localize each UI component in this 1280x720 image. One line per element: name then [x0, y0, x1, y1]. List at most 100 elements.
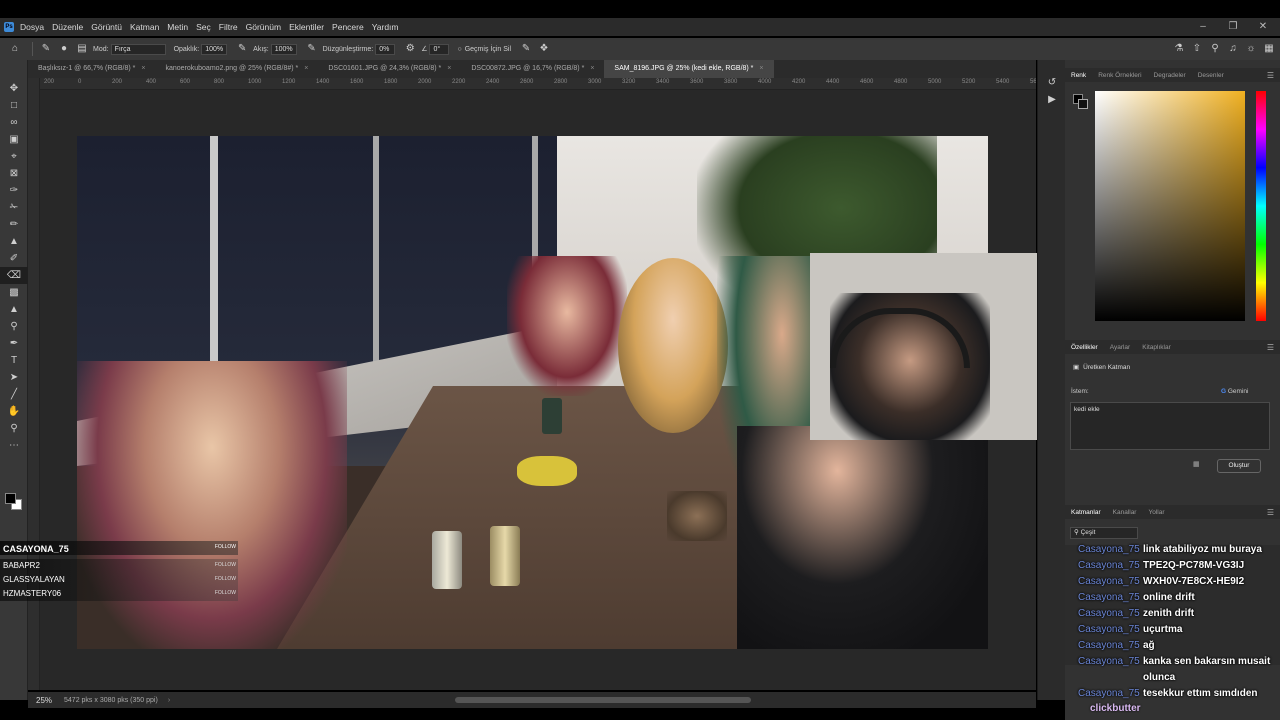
document-info[interactable]: 5472 pks x 3080 pks (350 ppi) [64, 697, 158, 704]
eraser-tool-icon[interactable]: ⌫ [0, 267, 28, 284]
menu-goruntu[interactable]: Görüntü [91, 22, 122, 32]
tab-renk-ornekleri[interactable]: Renk Örnekleri [1092, 72, 1147, 79]
line-tool-icon[interactable]: ╱ [0, 386, 28, 403]
eraser-preset-icon[interactable]: ✎ [39, 42, 53, 56]
pen-tool-icon[interactable]: ✒ [0, 335, 28, 352]
generate-button[interactable]: Oluştur [1217, 459, 1261, 473]
move-tool-icon[interactable]: ✥ [0, 80, 28, 97]
gradient-tool-icon[interactable]: ▩ [0, 284, 28, 301]
menu-pencere[interactable]: Pencere [332, 22, 364, 32]
lasso-tool-icon[interactable]: ∞ [0, 114, 28, 131]
workspace-icon[interactable]: ▦ [1262, 42, 1276, 56]
tab-document-3[interactable]: DSC01601.JPG @ 24,3% (RGB/8) * × [318, 60, 461, 78]
tab-kanallar[interactable]: Kanallar [1107, 509, 1143, 516]
status-arrow-icon[interactable]: › [168, 697, 170, 704]
opacity-input[interactable]: 100% [201, 43, 228, 55]
menu-sec[interactable]: Seç [196, 22, 211, 32]
menu-dosya[interactable]: Dosya [20, 22, 44, 32]
light-icon[interactable]: ☼ [1244, 42, 1258, 56]
crop-tool-icon[interactable]: ⌖ [0, 148, 28, 165]
ruler-tick-label: 4400 [826, 79, 840, 85]
object-select-tool-icon[interactable]: ▣ [0, 131, 28, 148]
tab-close-icon[interactable]: × [759, 60, 763, 78]
bell-icon[interactable]: ♫ [1226, 42, 1240, 56]
symmetry-icon[interactable]: ❖ [537, 42, 551, 56]
tab-document-1[interactable]: Başlıksız-1 @ 66,7% (RGB/8) * × [28, 60, 155, 78]
menu-yardim[interactable]: Yardım [372, 22, 399, 32]
tab-document-2[interactable]: kanoerokuboamo2.png @ 25% (RGB/8#) * × [155, 60, 318, 78]
hue-slider[interactable] [1256, 91, 1266, 321]
brush-size-icon[interactable]: ● [57, 42, 71, 56]
layer-filter-select[interactable]: ⚲ Çeşit [1070, 527, 1138, 539]
tab-yollar[interactable]: Yollar [1142, 509, 1170, 516]
more-tools-icon[interactable]: ⋯ [0, 437, 28, 454]
panel-menu-icon[interactable]: ☰ [1267, 343, 1274, 352]
prompt-textarea[interactable]: kedi ekle [1070, 402, 1270, 450]
tab-kitapliklar[interactable]: Kitaplıklar [1136, 344, 1177, 351]
tab-document-5[interactable]: SAM_8196.JPG @ 25% (kedi ekle, RGB/8) * × [604, 60, 774, 78]
brush-tool-icon[interactable]: ✏ [0, 216, 28, 233]
tab-katmanlar[interactable]: Katmanlar [1065, 509, 1107, 516]
history-brush-tool-icon[interactable]: ✐ [0, 250, 28, 267]
brush-settings-icon[interactable]: ▤ [75, 42, 89, 56]
flask-icon[interactable]: ⚗ [1172, 42, 1186, 56]
marquee-tool-icon[interactable]: □ [0, 97, 28, 114]
angle-input[interactable]: 0° [429, 43, 450, 55]
panel-menu-icon[interactable]: ☰ [1267, 71, 1274, 80]
path-select-tool-icon[interactable]: ➤ [0, 369, 28, 386]
horizontal-scrollbar[interactable] [455, 697, 751, 703]
chat-username: Casayona_75 [1078, 592, 1140, 603]
follow-row: HZMASTERY06 FOLLOW [0, 587, 238, 601]
ruler-tick-label: 4000 [758, 79, 772, 85]
tab-ozellikler[interactable]: Özellikler [1065, 344, 1104, 351]
tab-desenler[interactable]: Desenler [1192, 72, 1230, 79]
menu-duzenle[interactable]: Düzenle [52, 22, 83, 32]
type-tool-icon[interactable]: T [0, 352, 28, 369]
color-field[interactable] [1095, 91, 1245, 321]
share-icon[interactable]: ⇧ [1190, 42, 1204, 56]
hand-tool-icon[interactable]: ✋ [0, 403, 28, 420]
zoom-tool-icon[interactable]: ⚲ [0, 420, 28, 437]
menu-gorunum[interactable]: Görünüm [246, 22, 281, 32]
tab-close-icon[interactable]: × [447, 60, 451, 78]
gear-icon[interactable]: ⚙ [403, 42, 417, 56]
home-icon[interactable]: ⌂ [8, 42, 22, 56]
search-icon[interactable]: ⚲ [1208, 42, 1222, 56]
pressure-size-icon[interactable]: ✎ [519, 42, 533, 56]
erase-history-checkbox[interactable]: ○ [457, 46, 461, 53]
menu-filtre[interactable]: Filtre [219, 22, 238, 32]
airbrush-icon[interactable]: ✎ [305, 42, 319, 56]
frame-tool-icon[interactable]: ⊠ [0, 165, 28, 182]
pressure-opacity-icon[interactable]: ✎ [235, 42, 249, 56]
background-swatch[interactable] [1078, 99, 1088, 109]
stamp-tool-icon[interactable]: ▲ [0, 233, 28, 250]
healing-tool-icon[interactable]: ✁ [0, 199, 28, 216]
mode-select[interactable]: Fırça [110, 43, 166, 55]
foreground-color-swatch[interactable] [5, 493, 16, 504]
flow-input[interactable]: 100% [270, 43, 297, 55]
tab-ayarlar[interactable]: Ayarlar [1104, 344, 1136, 351]
menu-eklentiler[interactable]: Eklentiler [289, 22, 324, 32]
tab-degradeler[interactable]: Degradeler [1148, 72, 1192, 79]
follow-tag: FOLLOW [214, 544, 236, 550]
blur-tool-icon[interactable]: ▲ [0, 301, 28, 318]
close-icon[interactable]: ✕ [1248, 18, 1278, 36]
image-reference-icon[interactable]: ▦ [1193, 460, 1200, 468]
eyedropper-tool-icon[interactable]: ✑ [0, 182, 28, 199]
dodge-tool-icon[interactable]: ⚲ [0, 318, 28, 335]
panel-menu-icon[interactable]: ☰ [1267, 508, 1274, 517]
tab-close-icon[interactable]: × [141, 60, 145, 78]
smoothing-input[interactable]: 0% [375, 43, 396, 55]
tab-close-icon[interactable]: × [304, 60, 308, 78]
tab-document-4[interactable]: DSC00872.JPG @ 16,7% (RGB/8) * × [461, 60, 604, 78]
tab-renk[interactable]: Renk [1065, 72, 1092, 79]
minimize-icon[interactable]: – [1188, 18, 1218, 36]
history-panel-icon[interactable]: ↺ [1038, 74, 1066, 91]
tab-close-icon[interactable]: × [590, 60, 594, 78]
actions-panel-icon[interactable]: ▶ [1038, 91, 1066, 108]
menu-katman[interactable]: Katman [130, 22, 159, 32]
restore-icon[interactable]: ❐ [1218, 18, 1248, 36]
menu-metin[interactable]: Metin [167, 22, 188, 32]
zoom-level[interactable]: 25% [36, 696, 52, 705]
model-select[interactable]: G Gemini [1221, 388, 1248, 395]
